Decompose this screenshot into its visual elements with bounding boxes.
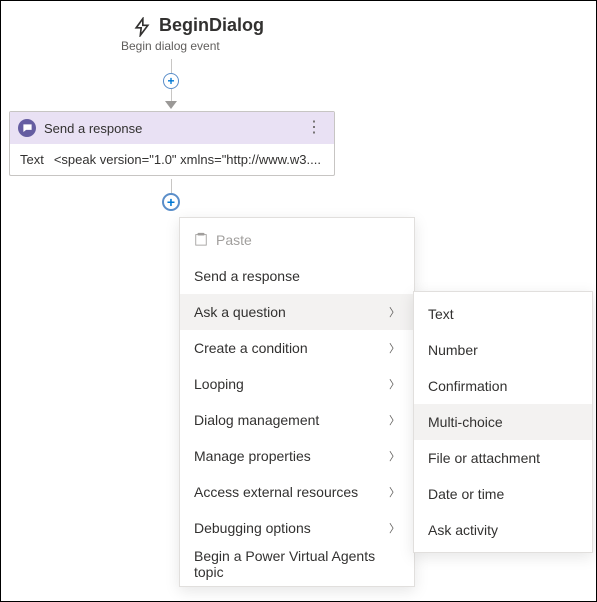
- response-icon: [18, 119, 36, 137]
- action-menu: Paste Send a response Ask a question 〉 C…: [179, 217, 415, 587]
- add-node-button-active[interactable]: +: [162, 193, 180, 211]
- question-submenu: Text Number Confirmation Multi-choice Fi…: [413, 291, 593, 553]
- field-label: Text: [20, 152, 44, 167]
- node-header[interactable]: Send a response ⋮: [10, 112, 334, 144]
- menu-item-ask-question[interactable]: Ask a question 〉: [180, 294, 414, 330]
- menu-item-send-response[interactable]: Send a response: [180, 258, 414, 294]
- menu-item-label: File or attachment: [428, 450, 578, 466]
- submenu-item-ask-activity[interactable]: Ask activity: [414, 512, 592, 548]
- menu-item-label: Multi-choice: [428, 414, 578, 430]
- menu-item-label: Create a condition: [194, 340, 389, 356]
- submenu-item-number[interactable]: Number: [414, 332, 592, 368]
- node-title: Send a response: [44, 121, 302, 136]
- menu-item-begin-pva[interactable]: Begin a Power Virtual Agents topic: [180, 546, 414, 582]
- menu-item-label: Debugging options: [194, 520, 389, 536]
- dialog-title: BeginDialog: [159, 15, 264, 36]
- menu-item-dialog-management[interactable]: Dialog management 〉: [180, 402, 414, 438]
- menu-item-looping[interactable]: Looping 〉: [180, 366, 414, 402]
- flow-connector: [171, 179, 172, 194]
- menu-item-label: Paste: [216, 232, 400, 248]
- menu-item-manage-properties[interactable]: Manage properties 〉: [180, 438, 414, 474]
- node-send-response[interactable]: Send a response ⋮ Text <speak version="1…: [9, 111, 335, 176]
- menu-item-label: Number: [428, 342, 578, 358]
- chevron-right-icon: 〉: [389, 520, 400, 536]
- chevron-right-icon: 〉: [389, 376, 400, 392]
- flow-connector: [171, 89, 172, 101]
- chevron-right-icon: 〉: [389, 304, 400, 320]
- submenu-item-confirmation[interactable]: Confirmation: [414, 368, 592, 404]
- menu-item-label: Confirmation: [428, 378, 578, 394]
- field-value: <speak version="1.0" xmlns="http://www.w…: [54, 152, 324, 167]
- chevron-right-icon: 〉: [389, 484, 400, 500]
- menu-item-label: Text: [428, 306, 578, 322]
- menu-item-label: Access external resources: [194, 484, 389, 500]
- menu-item-label: Date or time: [428, 486, 578, 502]
- dialog-subtitle: Begin dialog event: [121, 39, 220, 53]
- submenu-item-text[interactable]: Text: [414, 296, 592, 332]
- submenu-item-file-attachment[interactable]: File or attachment: [414, 440, 592, 476]
- paste-icon: [194, 232, 208, 249]
- menu-item-label: Dialog management: [194, 412, 389, 428]
- menu-item-label: Ask activity: [428, 522, 578, 538]
- submenu-item-multi-choice[interactable]: Multi-choice: [414, 404, 592, 440]
- add-node-button[interactable]: +: [163, 73, 179, 89]
- menu-item-paste: Paste: [180, 222, 414, 258]
- menu-item-label: Manage properties: [194, 448, 389, 464]
- submenu-item-date-time[interactable]: Date or time: [414, 476, 592, 512]
- arrow-icon: [165, 101, 177, 109]
- trigger-icon: [132, 17, 152, 40]
- chevron-right-icon: 〉: [389, 448, 400, 464]
- flow-connector: [171, 59, 172, 74]
- node-more-button[interactable]: ⋮: [302, 120, 326, 136]
- menu-item-debugging-options[interactable]: Debugging options 〉: [180, 510, 414, 546]
- menu-item-label: Send a response: [194, 268, 400, 284]
- flow-canvas[interactable]: BeginDialog Begin dialog event + Send a …: [0, 0, 597, 602]
- menu-item-label: Ask a question: [194, 304, 389, 320]
- chevron-right-icon: 〉: [389, 340, 400, 356]
- menu-item-create-condition[interactable]: Create a condition 〉: [180, 330, 414, 366]
- menu-item-access-external[interactable]: Access external resources 〉: [180, 474, 414, 510]
- node-body[interactable]: Text <speak version="1.0" xmlns="http://…: [10, 144, 334, 175]
- menu-item-label: Looping: [194, 376, 389, 392]
- chevron-right-icon: 〉: [389, 412, 400, 428]
- menu-item-label: Begin a Power Virtual Agents topic: [194, 548, 400, 580]
